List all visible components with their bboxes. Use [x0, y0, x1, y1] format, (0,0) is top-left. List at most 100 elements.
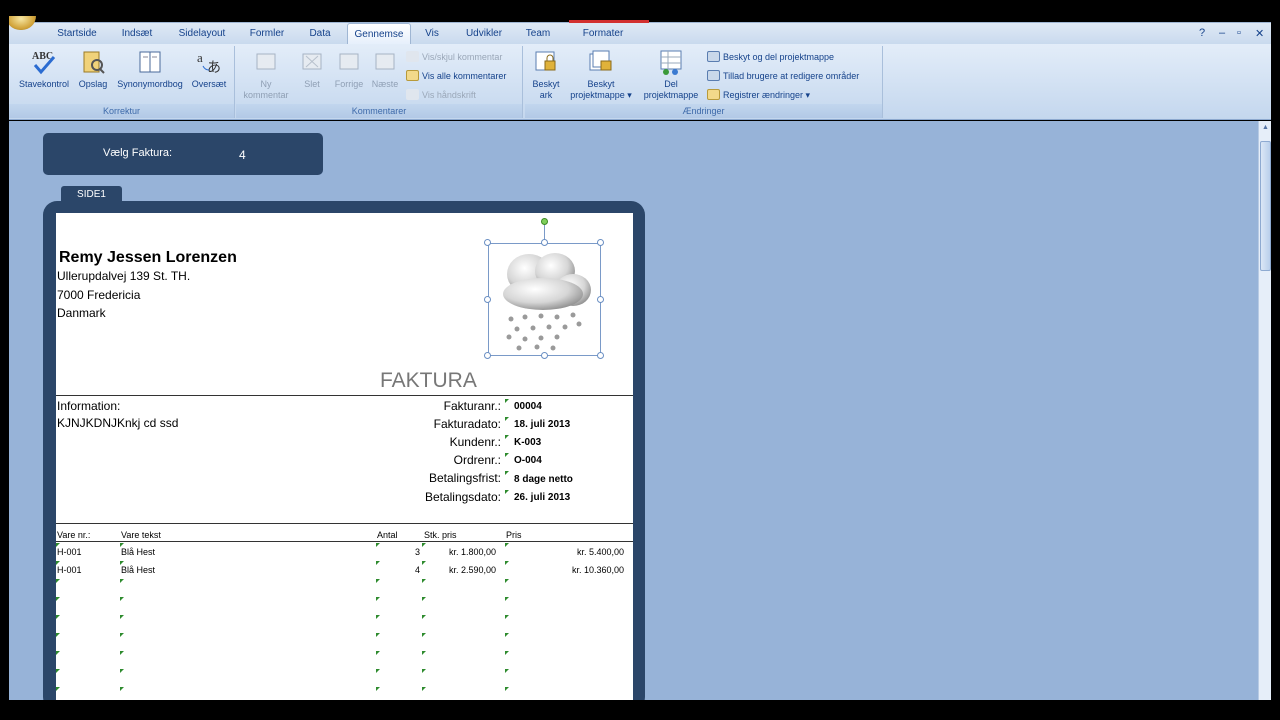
- weather-cloud-rain-picture[interactable]: [488, 243, 601, 356]
- fakturadato-value[interactable]: 18. juli 2013: [514, 419, 570, 430]
- vis-skjul-kommentar-button[interactable]: Vis/skjul kommentar: [406, 50, 502, 65]
- betalingsdato-label: Betalingsdato:: [424, 490, 501, 504]
- cell-marker: [422, 669, 426, 673]
- scroll-thumb[interactable]: [1260, 141, 1271, 271]
- tab-formler[interactable]: Formler: [241, 23, 293, 45]
- divider-top: [56, 395, 633, 396]
- cell-marker: [505, 543, 509, 547]
- betalingsfrist-value[interactable]: 8 dage netto: [514, 474, 573, 485]
- del-projektmappe-label-2: projektmappe: [643, 90, 699, 100]
- kundenr-value[interactable]: K-003: [514, 437, 541, 448]
- ordrenr-value[interactable]: O-004: [514, 455, 542, 466]
- previous-comment-icon: [335, 48, 363, 76]
- beskyt-og-del-label: Beskyt og del projektmappe: [723, 52, 835, 62]
- vis-haandskrift-label: Vis håndskrift: [422, 90, 476, 100]
- protect-share-icon: [707, 51, 720, 62]
- tab-udvikler[interactable]: Udvikler: [457, 23, 511, 45]
- tab-indsaet[interactable]: Indsæt: [112, 23, 162, 45]
- row1-antal[interactable]: 3: [415, 547, 420, 557]
- beskyt-ark-button[interactable]: Beskyt ark: [527, 48, 565, 101]
- cell-marker: [505, 579, 509, 583]
- resize-handle-nw[interactable]: [484, 239, 491, 246]
- resize-handle-n[interactable]: [541, 239, 548, 246]
- resize-handle-w[interactable]: [484, 296, 491, 303]
- beskyt-projektmappe-button[interactable]: Beskyt projektmappe ▾: [567, 48, 635, 101]
- row1-tekst[interactable]: Blå Hest: [121, 547, 155, 557]
- cell-marker: [422, 633, 426, 637]
- forrige-button[interactable]: Forrige: [330, 48, 368, 90]
- row2-stkpris[interactable]: kr. 2.590,00: [449, 565, 496, 575]
- beskyt-projektmappe-label-1: Beskyt: [587, 79, 615, 89]
- faktura-selector-value[interactable]: 4: [239, 148, 246, 162]
- show-all-comments-icon: [406, 70, 419, 81]
- tab-data[interactable]: Data: [299, 23, 341, 45]
- divider-table-header: [56, 541, 633, 542]
- resize-handle-ne[interactable]: [597, 239, 604, 246]
- information-value[interactable]: KJNJKDNJKnkj cd ssd: [57, 416, 178, 430]
- vis-haandskrift-button[interactable]: Vis håndskrift: [406, 88, 476, 103]
- synonymordbog-button[interactable]: Synonymordbog: [112, 48, 188, 90]
- cell-marker: [56, 651, 60, 655]
- next-comment-icon: [371, 48, 399, 76]
- resize-handle-e[interactable]: [597, 296, 604, 303]
- slet-button[interactable]: Slet: [296, 48, 328, 90]
- row2-tekst[interactable]: Blå Hest: [121, 565, 155, 575]
- tab-formater[interactable]: Formater: [575, 23, 631, 45]
- resize-handle-sw[interactable]: [484, 352, 491, 359]
- tab-team[interactable]: Team: [519, 23, 557, 45]
- betalingsdato-value[interactable]: 26. juli 2013: [514, 492, 570, 503]
- ribbon: ABC Stavekontrol Opslag Synonymordbog aあ: [9, 44, 1271, 120]
- registrer-aendringer-button[interactable]: Registrer ændringer ▾: [707, 88, 810, 103]
- row1-varenr[interactable]: H-001: [57, 547, 82, 557]
- fakturadato-label: Fakturadato:: [433, 417, 501, 431]
- ink-icon: [406, 89, 419, 100]
- row2-antal[interactable]: 4: [415, 565, 420, 575]
- row1-stkpris[interactable]: kr. 1.800,00: [449, 547, 496, 557]
- tillad-brugere-label: Tillad brugere at redigere områder: [723, 71, 860, 81]
- fakturanr-value[interactable]: 00004: [514, 401, 542, 412]
- cell-marker: [376, 561, 380, 565]
- tab-startside[interactable]: Startside: [47, 23, 107, 45]
- stavekontrol-button[interactable]: ABC Stavekontrol: [14, 48, 74, 90]
- group-aendringer-label: Ændringer: [525, 104, 882, 118]
- scroll-up-icon[interactable]: ▲: [1260, 123, 1271, 133]
- opslag-button[interactable]: Opslag: [75, 48, 111, 90]
- stavekontrol-label: Stavekontrol: [18, 79, 70, 89]
- tab-sidelayout[interactable]: Sidelayout: [169, 23, 235, 45]
- cell-marker: [505, 399, 509, 403]
- cell-marker: [505, 651, 509, 655]
- rotation-handle[interactable]: [541, 218, 548, 225]
- cell-marker: [376, 633, 380, 637]
- cell-marker: [120, 579, 124, 583]
- help-icon[interactable]: ?: [1199, 27, 1205, 39]
- tab-vis[interactable]: Vis: [417, 23, 447, 45]
- beskyt-og-del-button[interactable]: Beskyt og del projektmappe: [707, 50, 834, 65]
- restore-icon[interactable]: ▫: [1237, 27, 1241, 39]
- del-projektmappe-button[interactable]: Del projektmappe: [639, 48, 703, 101]
- resize-handle-se[interactable]: [597, 352, 604, 359]
- cell-marker: [505, 471, 509, 475]
- tab-gennemse[interactable]: Gennemse: [347, 23, 411, 46]
- row2-varenr[interactable]: H-001: [57, 565, 82, 575]
- tillad-brugere-button[interactable]: Tillad brugere at redigere områder: [707, 69, 859, 84]
- cell-marker: [56, 579, 60, 583]
- row1-pris[interactable]: kr. 5.400,00: [577, 547, 624, 557]
- ny-kommentar-button[interactable]: Ny kommentar: [240, 48, 292, 101]
- translate-icon: aあ: [195, 48, 223, 76]
- naeste-button[interactable]: Næste: [368, 48, 402, 90]
- customer-name: Remy Jessen Lorenzen: [59, 249, 237, 266]
- oversaet-button[interactable]: aあ Oversæt: [189, 48, 229, 90]
- abc-check-icon: ABC: [30, 48, 58, 76]
- col-header-pris: Pris: [506, 530, 522, 540]
- cell-marker: [505, 417, 509, 421]
- resize-handle-s[interactable]: [541, 352, 548, 359]
- row2-pris[interactable]: kr. 10.360,00: [572, 565, 624, 575]
- vis-alle-kommentarer-button[interactable]: Vis alle kommentarer: [406, 69, 506, 84]
- vis-skjul-label: Vis/skjul kommentar: [422, 52, 503, 62]
- cell-marker: [422, 687, 426, 691]
- col-header-antal: Antal: [377, 530, 398, 540]
- vertical-scrollbar[interactable]: ▲: [1258, 121, 1271, 700]
- minimize-icon[interactable]: –: [1219, 27, 1225, 39]
- close-icon[interactable]: ✕: [1255, 27, 1264, 40]
- betalingsfrist-label: Betalingsfrist:: [428, 471, 501, 485]
